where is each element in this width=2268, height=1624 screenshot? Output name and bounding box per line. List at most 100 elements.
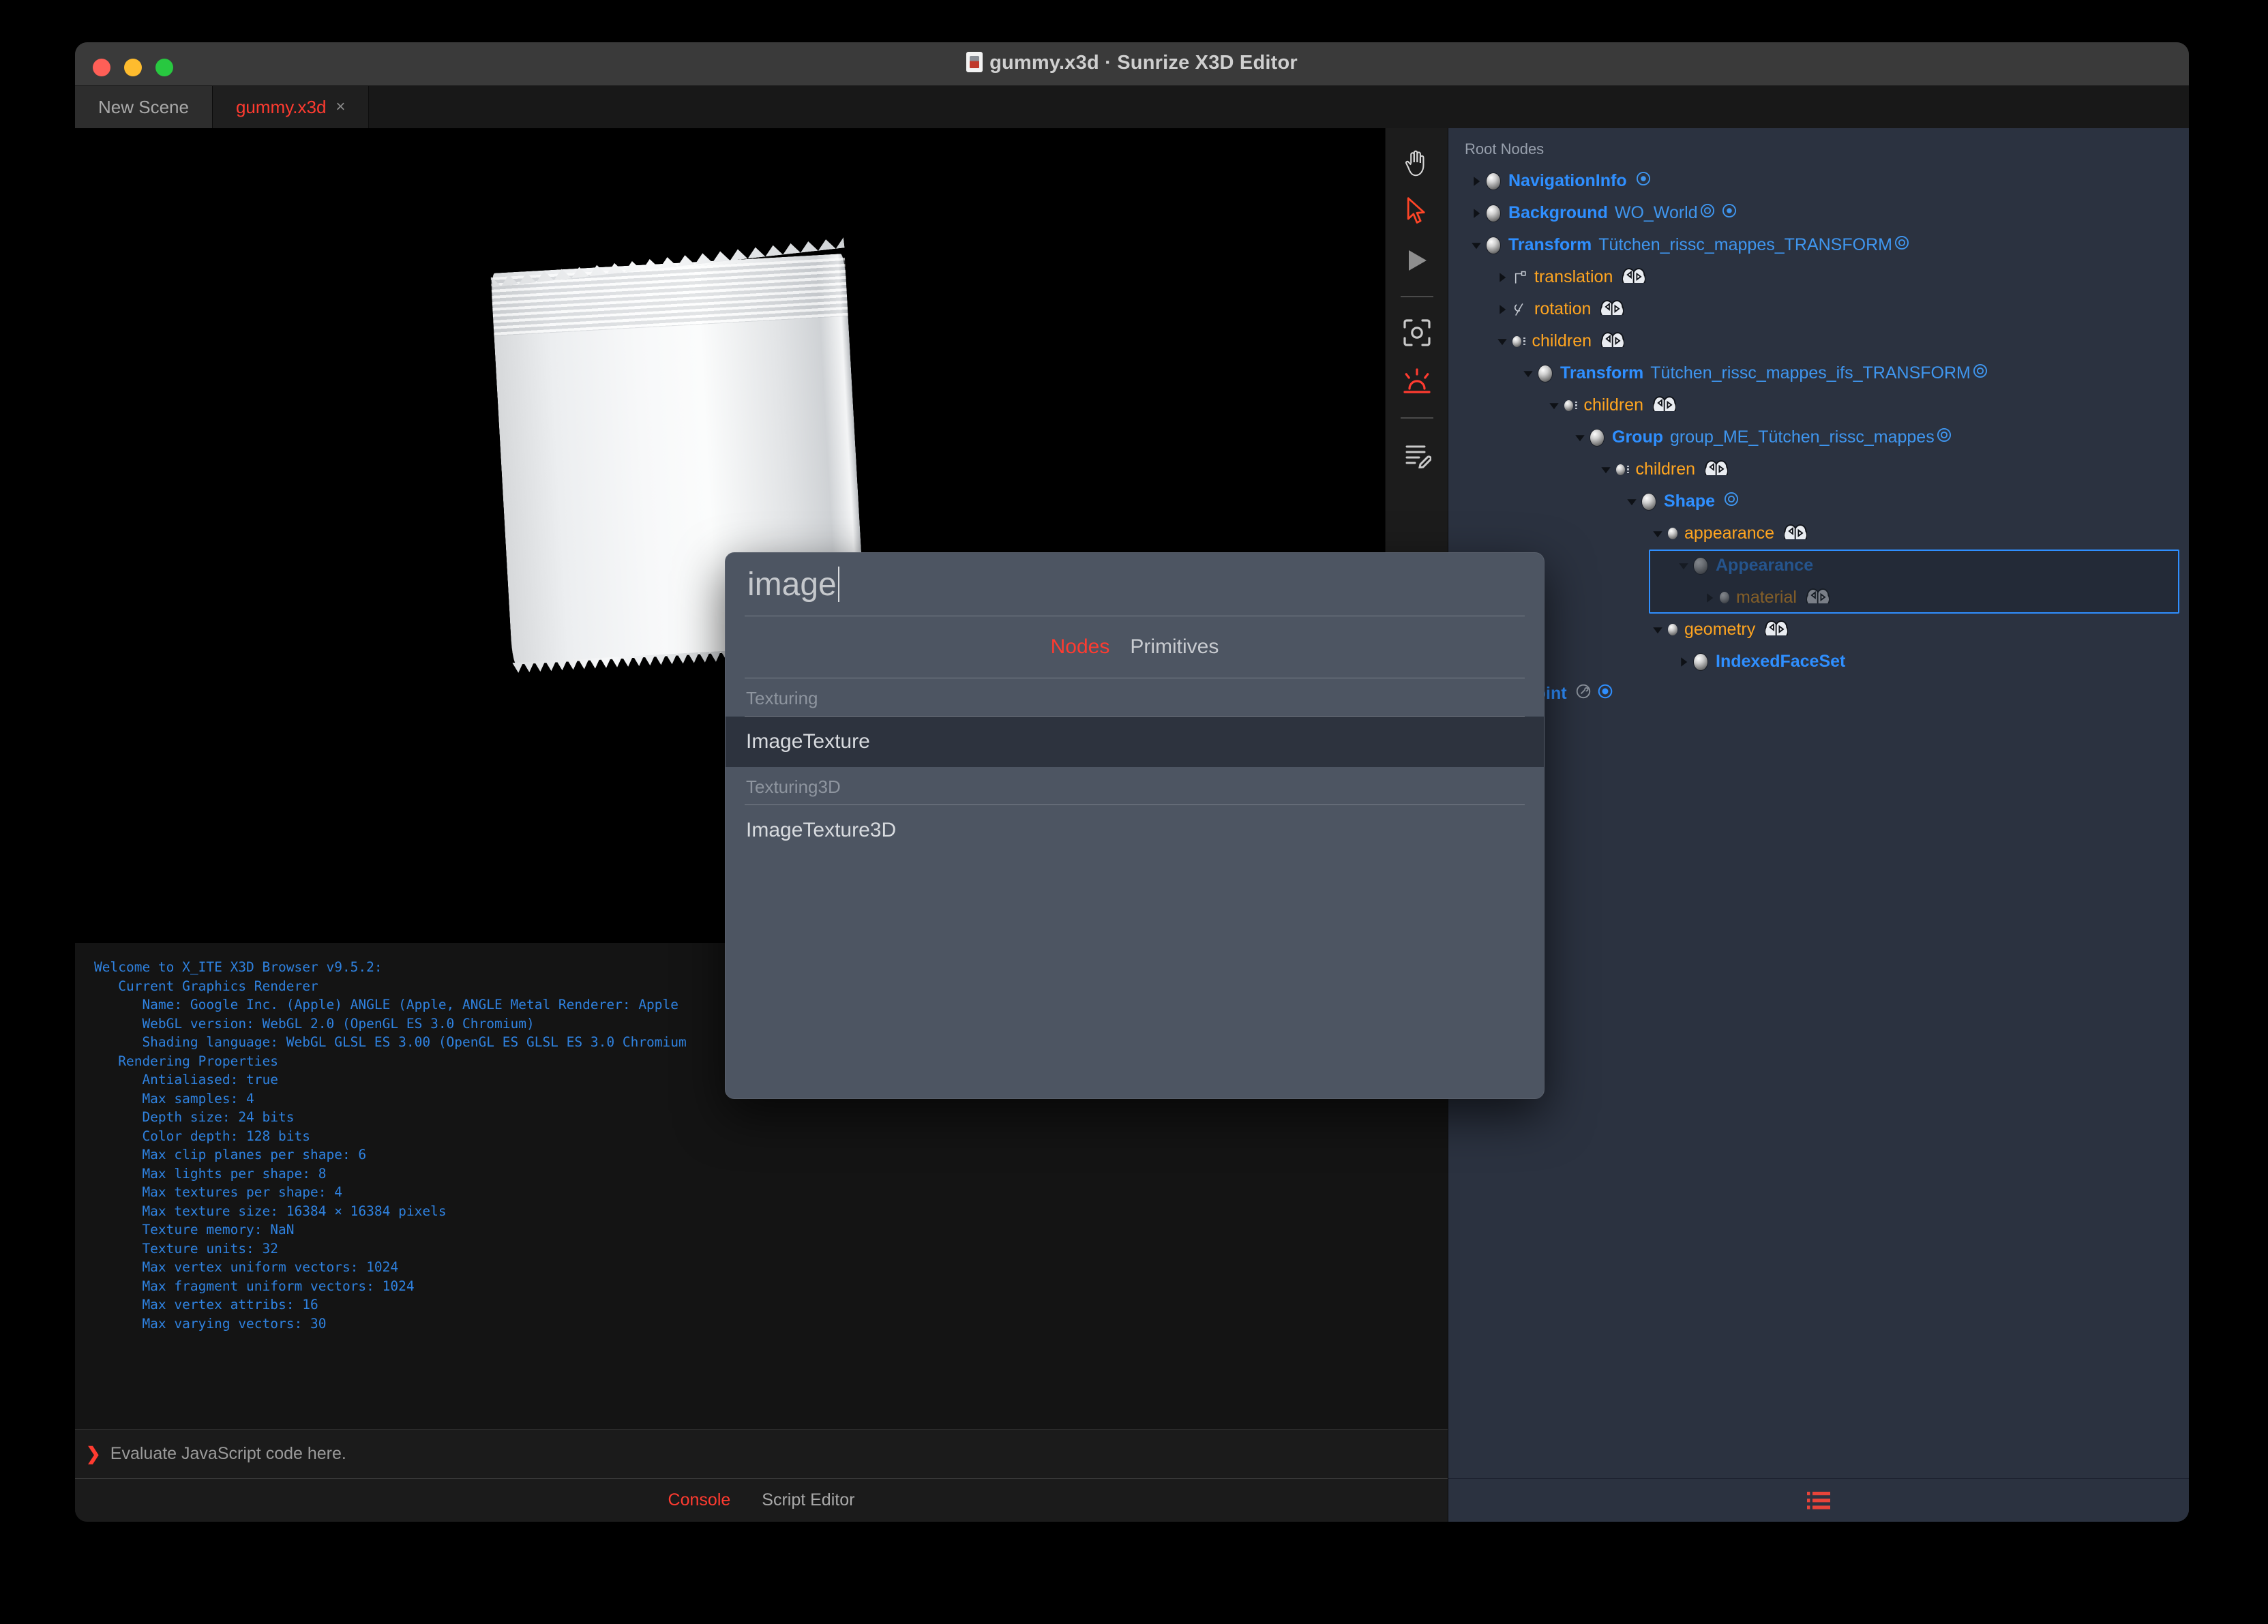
route-io-icon[interactable] — [1600, 331, 1625, 352]
twisty-collapsed-icon[interactable] — [1699, 592, 1720, 604]
tab-console[interactable]: Console — [668, 1490, 731, 1510]
twisty-expanded-icon[interactable] — [1466, 239, 1487, 252]
outline-panel: Root Nodes NavigationInfo Background WO_Wo… — [1448, 128, 2189, 1522]
arrow-cursor-icon[interactable] — [1394, 188, 1440, 235]
twisty-expanded-icon[interactable] — [1518, 367, 1538, 380]
outline-row[interactable]: translation — [1458, 261, 2189, 293]
circle-ring-icon[interactable] — [1972, 363, 1988, 384]
twisty-collapsed-icon[interactable] — [1492, 271, 1512, 284]
twisty-collapsed-icon[interactable] — [1673, 656, 1694, 668]
node-type-label: Transform — [1508, 235, 1592, 254]
console-input[interactable]: Evaluate JavaScript code here. — [110, 1444, 346, 1464]
group-label-texturing3d: Texturing3D — [746, 777, 841, 797]
route-io-icon[interactable] — [1764, 619, 1789, 640]
twisty-expanded-icon[interactable] — [1544, 400, 1564, 412]
node-sphere-icon — [1694, 557, 1707, 574]
x3d-file-icon — [966, 52, 983, 72]
field-label: children — [1532, 331, 1592, 350]
field-label: geometry — [1684, 620, 1756, 639]
node-type-label: IndexedFaceSet — [1716, 652, 1846, 671]
twisty-expanded-icon[interactable] — [1673, 560, 1694, 572]
mfnode-icon — [1616, 464, 1629, 475]
outline-row[interactable]: Group group_ME_Tütchen_rissc_mappes — [1458, 421, 2189, 453]
tab-primitives[interactable]: Primitives — [1130, 635, 1219, 659]
hand-icon[interactable] — [1394, 139, 1440, 185]
group-label-texturing: Texturing — [746, 688, 818, 708]
node-sphere-icon — [1487, 237, 1500, 254]
circle-ring-icon[interactable] — [1723, 491, 1740, 512]
route-io-icon[interactable] — [1806, 587, 1830, 608]
node-sphere-icon — [1538, 365, 1552, 382]
sfnode-icon — [1720, 592, 1729, 603]
sunrise-icon[interactable] — [1394, 359, 1440, 405]
search-input[interactable]: image — [726, 553, 1544, 616]
outline-rows: NavigationInfo Background WO_World Transfor… — [1458, 165, 2189, 710]
node-name-label: Tütchen_rissc_mappes_ifs_TRANSFORM — [1650, 363, 1971, 382]
target-icon[interactable] — [1721, 202, 1737, 224]
outline-row[interactable]: appearance — [1458, 517, 2189, 550]
twisty-expanded-icon[interactable] — [1570, 432, 1590, 444]
twisty-expanded-icon[interactable] — [1492, 335, 1512, 348]
result-image-texture-3d[interactable]: ImageTexture3D — [726, 805, 1544, 856]
close-icon[interactable]: × — [335, 97, 345, 117]
play-icon[interactable] — [1394, 237, 1440, 284]
route-io-icon[interactable] — [1622, 267, 1647, 288]
outline-row[interactable]: IndexedFaceSet — [1458, 646, 2189, 678]
tab-new-scene[interactable]: New Scene — [75, 86, 213, 128]
tab-nodes[interactable]: Nodes — [1051, 635, 1110, 659]
camera-frame-icon[interactable] — [1394, 310, 1440, 356]
mfnode-icon — [1564, 400, 1577, 411]
twisty-expanded-icon[interactable] — [1596, 464, 1616, 476]
application-window: gummy.x3d · Sunrize X3D Editor New Scene… — [75, 42, 2189, 1522]
outline-row[interactable]: rotation — [1458, 293, 2189, 325]
outline-tree[interactable]: Root Nodes NavigationInfo Background WO_Wo… — [1448, 128, 2189, 1478]
result-image-texture[interactable]: ImageTexture — [726, 717, 1544, 767]
field-label: rotation — [1534, 299, 1592, 318]
outline-row[interactable]: children — [1458, 389, 2189, 421]
twisty-collapsed-icon[interactable] — [1466, 175, 1487, 187]
route-io-icon[interactable] — [1704, 459, 1729, 480]
node-search-dialog[interactable]: image Nodes Primitives Texturing ImageTe… — [725, 552, 1545, 1099]
field-label: material — [1736, 588, 1797, 607]
outline-row[interactable]: Transform Tütchen_rissc_mappes_ifs_TRANSF… — [1458, 357, 2189, 389]
route-io-icon[interactable] — [1600, 299, 1625, 320]
outline-row[interactable]: children — [1458, 325, 2189, 357]
outline-row[interactable]: Background WO_World — [1458, 197, 2189, 229]
node-name-label: group_ME_Tütchen_rissc_mappes — [1670, 427, 1935, 447]
tab-gummy-x3d[interactable]: gummy.x3d × — [212, 86, 370, 128]
prompt-chevron-icon: ❯ — [86, 1443, 101, 1464]
list-icon[interactable] — [1807, 1491, 1830, 1510]
wrench-icon[interactable] — [1575, 683, 1592, 704]
route-io-icon[interactable] — [1783, 523, 1808, 544]
title-bar: gummy.x3d · Sunrize X3D Editor — [75, 42, 2189, 86]
twisty-collapsed-icon[interactable] — [1466, 207, 1487, 220]
outline-row[interactable]: geometry — [1458, 614, 2189, 646]
twisty-expanded-icon[interactable] — [1622, 496, 1642, 508]
twisty-collapsed-icon[interactable] — [1492, 303, 1512, 316]
outline-row[interactable]: Viewpoint — [1458, 678, 2189, 710]
node-name-label: Tütchen_rissc_mappes_TRANSFORM — [1598, 235, 1892, 254]
field-label: children — [1635, 460, 1696, 479]
console-input-row[interactable]: ❯ Evaluate JavaScript code here. — [75, 1429, 1448, 1478]
lines-pencil-icon[interactable] — [1394, 431, 1440, 477]
tab-script-editor[interactable]: Script Editor — [762, 1490, 854, 1510]
text-caret — [837, 567, 839, 602]
radio-on-icon[interactable] — [1597, 683, 1613, 704]
outline-row[interactable]: material — [1458, 582, 2189, 614]
route-io-icon[interactable] — [1652, 395, 1677, 416]
circle-ring-icon[interactable] — [1699, 202, 1716, 224]
outline-row[interactable]: NavigationInfo — [1458, 165, 2189, 197]
outline-row[interactable]: Transform Tütchen_rissc_mappes_TRANSFORM — [1458, 229, 2189, 261]
node-type-label: NavigationInfo — [1508, 171, 1627, 190]
console-footer-tabs: Console Script Editor — [75, 1478, 1448, 1522]
circle-ring-icon[interactable] — [1894, 235, 1910, 256]
circle-ring-icon[interactable] — [1936, 427, 1952, 448]
outline-row[interactable]: Appearance — [1458, 550, 2189, 582]
twisty-expanded-icon[interactable] — [1647, 624, 1668, 636]
outline-row[interactable]: children — [1458, 453, 2189, 485]
mfnode-icon — [1512, 335, 1525, 347]
twisty-expanded-icon[interactable] — [1647, 528, 1668, 540]
target-icon[interactable] — [1635, 170, 1652, 192]
outline-row[interactable]: Shape — [1458, 485, 2189, 517]
node-name-label: WO_World — [1614, 203, 1698, 222]
